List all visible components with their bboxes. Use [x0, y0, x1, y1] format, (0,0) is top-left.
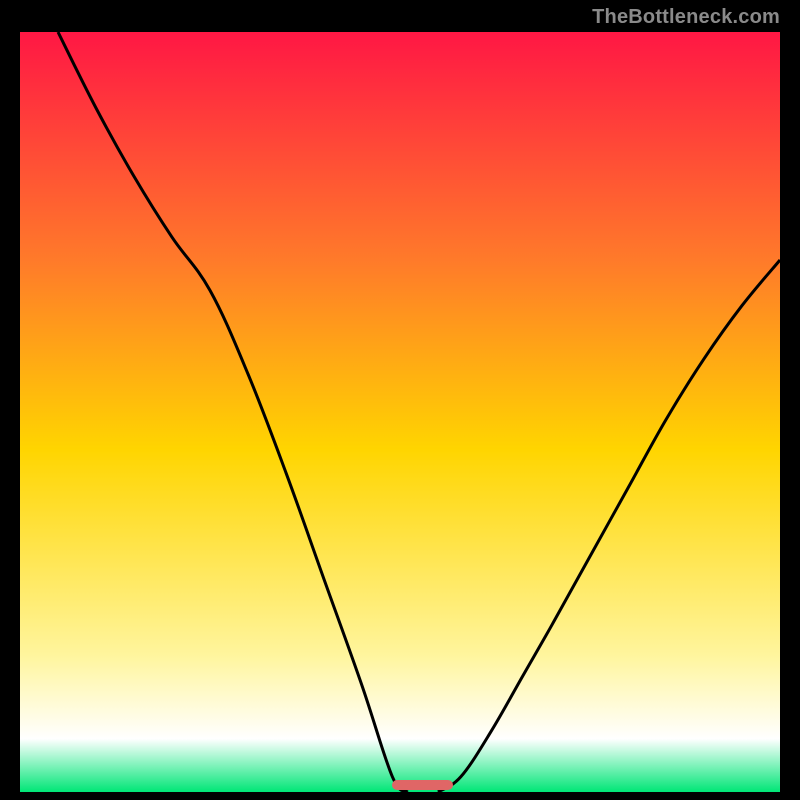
watermark-text: TheBottleneck.com	[592, 6, 780, 29]
chart-svg	[20, 32, 780, 792]
gradient-background	[20, 32, 780, 792]
optimal-marker	[392, 780, 453, 790]
chart-frame	[20, 32, 780, 792]
